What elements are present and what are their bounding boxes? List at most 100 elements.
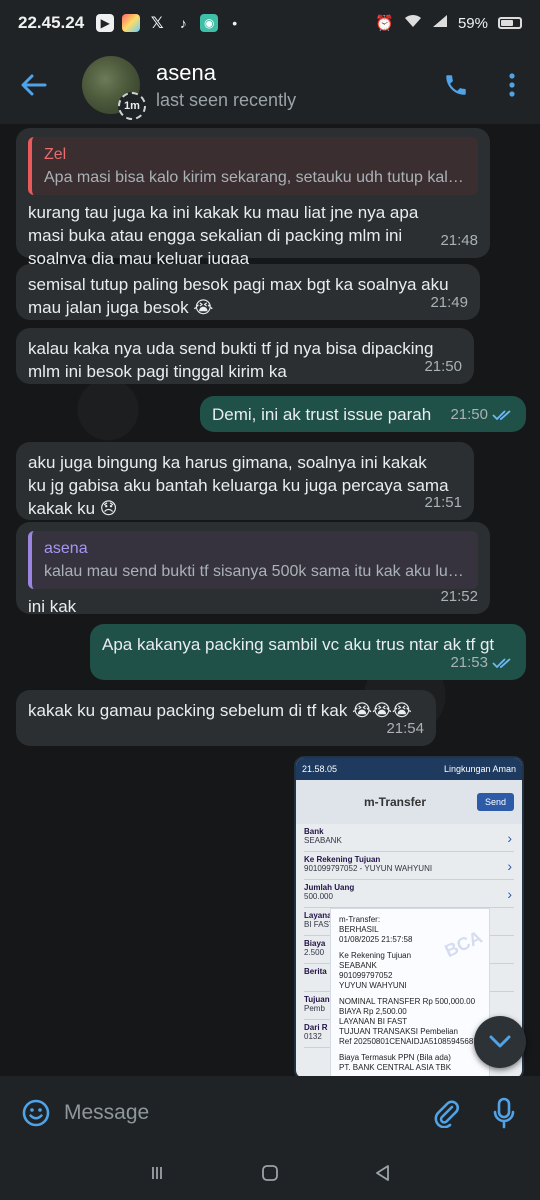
smiley-icon xyxy=(22,1099,50,1127)
message-line: kurang tau juga ka ini kakak ku mau liat… xyxy=(28,203,419,222)
system-back-button[interactable] xyxy=(374,1164,392,1187)
chevron-right-icon: › xyxy=(507,830,512,846)
chevron-down-icon xyxy=(489,1035,511,1048)
x-app-icon: 𝕏 xyxy=(150,15,164,32)
receipt-line: BIAYA Rp 2,500.00 xyxy=(339,1007,407,1016)
message-bubble[interactable]: kalau kaka nya uda send bukti tf jd nya … xyxy=(16,328,474,384)
chat-header: 1m asena last seen recently xyxy=(0,46,540,124)
microphone-icon xyxy=(493,1097,515,1129)
chat-title-box[interactable]: asena last seen recently xyxy=(156,60,296,111)
attach-button[interactable] xyxy=(428,1095,464,1131)
reply-preview[interactable]: Zel Apa masi bisa kalo kirim sekarang, s… xyxy=(28,137,478,195)
receipt-line: m-Transfer: xyxy=(339,915,381,924)
reply-author: Zel xyxy=(44,146,67,163)
row-value: 0132 xyxy=(304,1032,322,1041)
dot-icon: • xyxy=(232,15,238,31)
time-text: 21:48 xyxy=(440,232,478,249)
screenshot-send-label: Send xyxy=(476,793,514,811)
screenshot-app-title: m-Transfer xyxy=(364,795,427,809)
receipt-line: Biaya Termasuk PPN (Bila ada) xyxy=(339,1053,451,1062)
message-line: ini kak xyxy=(28,597,77,616)
status-right: ⏰ 59% xyxy=(375,14,522,32)
screenshot-app-header: m-Transfer Send xyxy=(296,780,522,824)
row-value: 2.500 xyxy=(304,948,325,957)
screenshot-row: Jumlah Uang 500.000 › xyxy=(304,880,514,908)
recents-button[interactable] xyxy=(148,1164,166,1187)
triangle-back-icon xyxy=(376,1164,390,1181)
time-text: 21:53 xyxy=(450,654,488,671)
alarm-icon: ⏰ xyxy=(375,15,394,32)
message-time: 21:50 xyxy=(424,355,462,378)
reply-preview[interactable]: asena kalau mau send bukti tf sisanya 50… xyxy=(28,531,478,589)
message-time: 21:54 xyxy=(386,717,424,740)
screenshot-time: 21.58.05 xyxy=(302,764,338,774)
screenshot-status-bar: 21.58.05 Lingkungan Aman xyxy=(296,758,522,780)
receipt-line: PT. BANK CENTRAL ASIA TBK xyxy=(339,1063,452,1072)
message-line: kalau kaka nya uda send bukti tf jd nya … xyxy=(28,339,434,358)
row-value: SEABANK xyxy=(304,836,342,845)
receipt-line: LAYANAN BI FAST xyxy=(339,1017,408,1026)
more-options-button[interactable] xyxy=(498,65,526,105)
row-label: Bank xyxy=(304,827,324,836)
row-value: 500.000 xyxy=(304,892,333,901)
home-icon xyxy=(262,1164,278,1181)
system-nav-bar xyxy=(0,1150,540,1200)
message-bubble[interactable]: semisal tutup paling besok pagi max bgt … xyxy=(16,264,480,320)
receipt-line: 901099797052 xyxy=(339,971,393,980)
message-time: 21:48 xyxy=(440,229,478,252)
double-check-icon xyxy=(492,657,511,668)
last-seen-status: last seen recently xyxy=(156,89,297,110)
message-bubble-outgoing[interactable]: Demi, ini ak trust issue parah 21:50 xyxy=(200,396,526,432)
transfer-receipt: BCA m-Transfer: BERHASIL 01/08/2025 21:5… xyxy=(330,908,490,1076)
time-text: 21:50 xyxy=(424,358,462,375)
paperclip-icon xyxy=(434,1100,459,1128)
more-vertical-icon xyxy=(509,73,515,97)
call-button[interactable] xyxy=(436,65,476,105)
message-bubble[interactable]: asena kalau mau send bukti tf sisanya 50… xyxy=(16,522,490,616)
message-line: aku juga bingung ka harus gimana, soalny… xyxy=(28,453,427,472)
double-check-icon xyxy=(492,409,511,420)
phone-icon xyxy=(446,75,466,95)
status-bar: 22.45.24 ▶ 𝕏 ♪ ◉ • ⏰ 59% xyxy=(0,0,540,46)
time-text: 21:54 xyxy=(386,720,424,737)
signal-icon xyxy=(432,14,448,32)
reply-text: Apa masi bisa kalo kirim sekarang, setau… xyxy=(44,169,468,186)
time-text: 21:50 xyxy=(450,406,488,423)
row-label: Jumlah Uang xyxy=(304,883,355,892)
wifi-icon xyxy=(404,14,422,32)
reply-author: asena xyxy=(44,540,88,557)
avatar-story-badge: 1m xyxy=(118,92,146,120)
receipt-line: TUJUAN TRANSAKSI Pembelian xyxy=(339,1027,458,1036)
message-bubble[interactable]: kakak ku gamau packing sebelum di tf kak… xyxy=(16,690,436,746)
screenshot-row: Bank SEABANK › xyxy=(304,824,514,852)
status-time: 22.45.24 xyxy=(18,13,85,32)
message-input[interactable]: Message xyxy=(64,1101,406,1125)
message-bubble-outgoing[interactable]: Apa kakanya packing sambil vc aku trus n… xyxy=(90,624,526,680)
notification-app-icon: ▶ xyxy=(96,14,115,32)
message-bubble[interactable]: Zel Apa masi bisa kalo kirim sekarang, s… xyxy=(16,128,490,268)
photos-app-icon xyxy=(122,14,141,32)
scroll-down-button[interactable] xyxy=(474,1016,526,1068)
message-line: mau jalan juga besok 😭 xyxy=(28,298,214,317)
message-line: masi buka atau engga sekalian di packing… xyxy=(28,226,403,245)
message-time: 21:49 xyxy=(430,291,468,314)
screenshot-row: Ke Rekening Tujuan 901099797052 - YUYUN W… xyxy=(304,852,514,880)
avatar[interactable]: 1m xyxy=(82,56,146,120)
time-text: 21:52 xyxy=(440,588,478,605)
message-bubble[interactable]: aku juga bingung ka harus gimana, soalny… xyxy=(16,442,474,520)
back-button[interactable] xyxy=(14,65,54,105)
chat-area[interactable]: Zel Apa masi bisa kalo kirim sekarang, s… xyxy=(0,124,540,1076)
message-line: mlm ini besok pagi tinggal kirim ka xyxy=(28,362,287,381)
tiktok-icon: ♪ xyxy=(179,15,187,31)
time-text: 21:51 xyxy=(424,494,462,511)
row-value: 901099797052 - YUYUN WAHYUNI xyxy=(304,864,433,873)
message-time: 21:53 xyxy=(450,651,514,674)
home-button[interactable] xyxy=(261,1164,279,1187)
message-input-bar: Message xyxy=(0,1076,540,1150)
receipt-line: NOMINAL TRANSFER Rp 500,000.00 xyxy=(339,997,476,1006)
back-arrow-icon xyxy=(21,74,47,96)
emoji-button[interactable] xyxy=(18,1095,54,1131)
recents-icon xyxy=(151,1166,162,1179)
voice-record-button[interactable] xyxy=(486,1095,522,1131)
message-line: ku jg gabisa aku bantah keluarga ku juga… xyxy=(28,476,449,495)
